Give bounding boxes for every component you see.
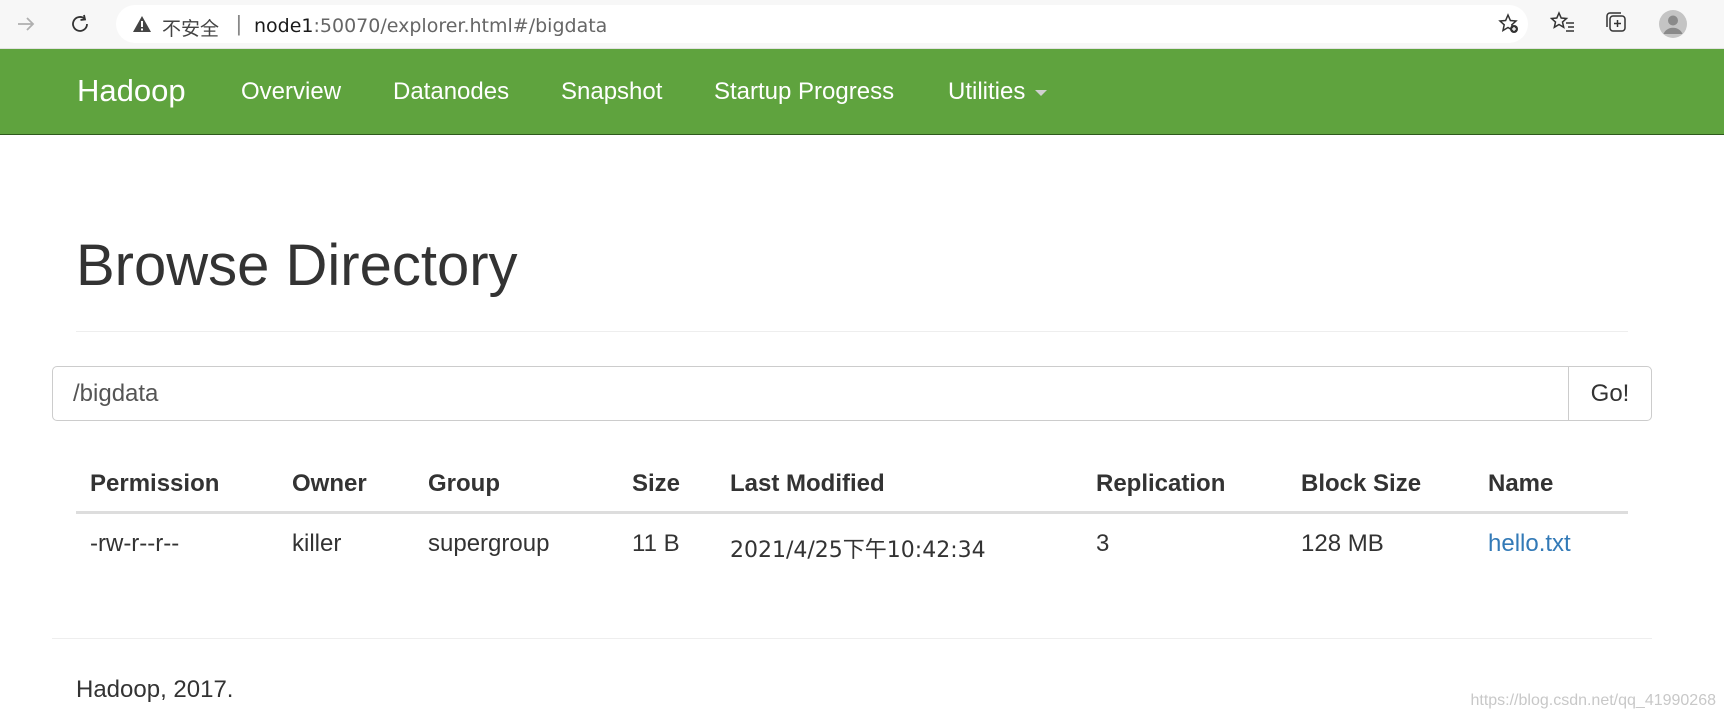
navbar-brand[interactable]: Hadoop bbox=[77, 73, 186, 109]
forward-button[interactable] bbox=[10, 8, 42, 40]
profile-avatar-icon[interactable] bbox=[1658, 9, 1688, 39]
cell-replication: 3 bbox=[1096, 530, 1110, 557]
page-title: Browse Directory bbox=[76, 233, 518, 298]
caret-down-icon bbox=[1035, 89, 1048, 96]
header-permission[interactable]: Permission bbox=[90, 470, 219, 498]
header-last-modified[interactable]: Last Modified bbox=[730, 470, 885, 498]
nav-utilities-dropdown[interactable]: Utilities bbox=[948, 78, 1048, 106]
cell-permission: -rw-r--r-- bbox=[90, 530, 180, 557]
refresh-button[interactable] bbox=[64, 8, 96, 40]
collections-icon[interactable] bbox=[1604, 10, 1630, 36]
address-bar[interactable]: 不安全 | node1:50070/explorer.html#/bigdata bbox=[116, 5, 1528, 43]
favorites-icon[interactable] bbox=[1550, 10, 1576, 36]
directory-path-input[interactable] bbox=[52, 366, 1569, 421]
nav-overview[interactable]: Overview bbox=[241, 78, 341, 106]
url-text: node1:50070/explorer.html#/bigdata bbox=[254, 15, 607, 37]
address-separator: | bbox=[236, 11, 242, 36]
nav-startup-progress[interactable]: Startup Progress bbox=[714, 78, 894, 106]
header-name[interactable]: Name bbox=[1488, 470, 1553, 498]
header-owner[interactable]: Owner bbox=[292, 470, 367, 498]
cell-owner: killer bbox=[292, 530, 342, 557]
file-link-hello-txt[interactable]: hello.txt bbox=[1488, 530, 1571, 558]
nav-datanodes[interactable]: Datanodes bbox=[393, 78, 509, 106]
header-group[interactable]: Group bbox=[428, 470, 500, 498]
header-size[interactable]: Size bbox=[632, 470, 680, 498]
footer-divider bbox=[52, 638, 1652, 639]
refresh-icon bbox=[72, 14, 88, 32]
nav-snapshot[interactable]: Snapshot bbox=[561, 78, 662, 106]
cell-group: supergroup bbox=[428, 530, 550, 557]
table-header-divider bbox=[76, 511, 1628, 514]
arrow-right-icon bbox=[18, 17, 35, 31]
go-button[interactable]: Go! bbox=[1568, 366, 1652, 421]
main-navbar: Hadoop Overview Datanodes Snapshot Start… bbox=[0, 49, 1724, 135]
divider bbox=[76, 331, 1628, 332]
watermark-text: https://blog.csdn.net/qq_41990268 bbox=[1470, 692, 1716, 709]
cell-size: 11 B bbox=[632, 530, 680, 557]
nav-utilities-label: Utilities bbox=[948, 78, 1026, 105]
path-search-group: Go! bbox=[52, 366, 1652, 421]
header-replication[interactable]: Replication bbox=[1096, 470, 1225, 498]
cell-block-size: 128 MB bbox=[1301, 530, 1384, 557]
add-favorite-icon[interactable] bbox=[1498, 13, 1520, 35]
url-host: node1 bbox=[254, 15, 314, 37]
warning-icon bbox=[133, 16, 151, 32]
browser-toolbar: 不安全 | node1:50070/explorer.html#/bigdata bbox=[0, 0, 1724, 49]
url-path: :50070/explorer.html#/bigdata bbox=[313, 15, 608, 37]
cell-last-modified: 2021/4/25下午10:42:34 bbox=[730, 538, 986, 563]
header-block-size[interactable]: Block Size bbox=[1301, 470, 1421, 498]
footer-text: Hadoop, 2017. bbox=[76, 676, 234, 703]
security-label: 不安全 bbox=[162, 18, 220, 40]
